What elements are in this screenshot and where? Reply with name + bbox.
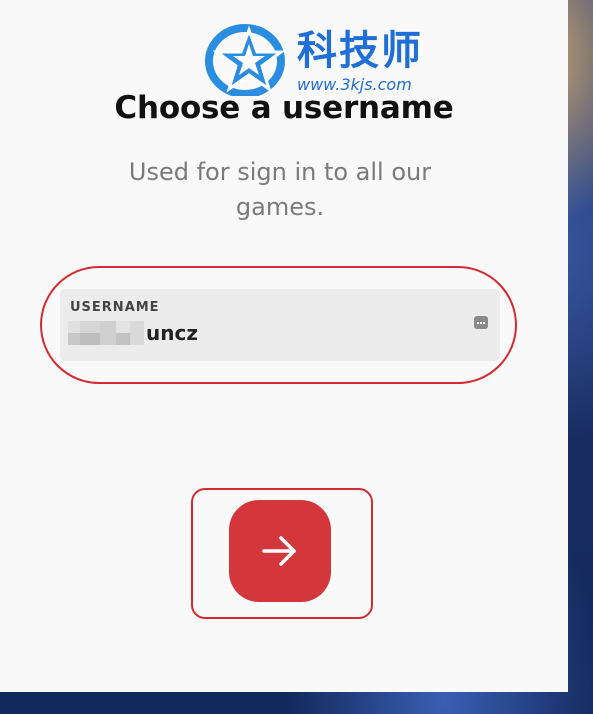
watermark-title: 科技师: [297, 28, 423, 74]
signup-panel: 科技师 www.3kjs.com Choose a username Used …: [0, 0, 568, 692]
arrow-right-icon: [262, 536, 296, 566]
username-input[interactable]: [146, 319, 346, 347]
username-value-row: [68, 319, 346, 347]
username-label: USERNAME: [70, 300, 160, 315]
star-logo-icon: [205, 24, 286, 96]
page-title: Choose a username: [114, 90, 454, 126]
next-button[interactable]: [229, 500, 331, 602]
page-subtitle: Used for sign in to all our games.: [128, 158, 432, 221]
username-field[interactable]: USERNAME: [60, 289, 500, 361]
watermark: 科技师 www.3kjs.com: [205, 24, 445, 96]
password-dots-icon[interactable]: [474, 316, 488, 329]
obscured-text: [68, 320, 144, 346]
